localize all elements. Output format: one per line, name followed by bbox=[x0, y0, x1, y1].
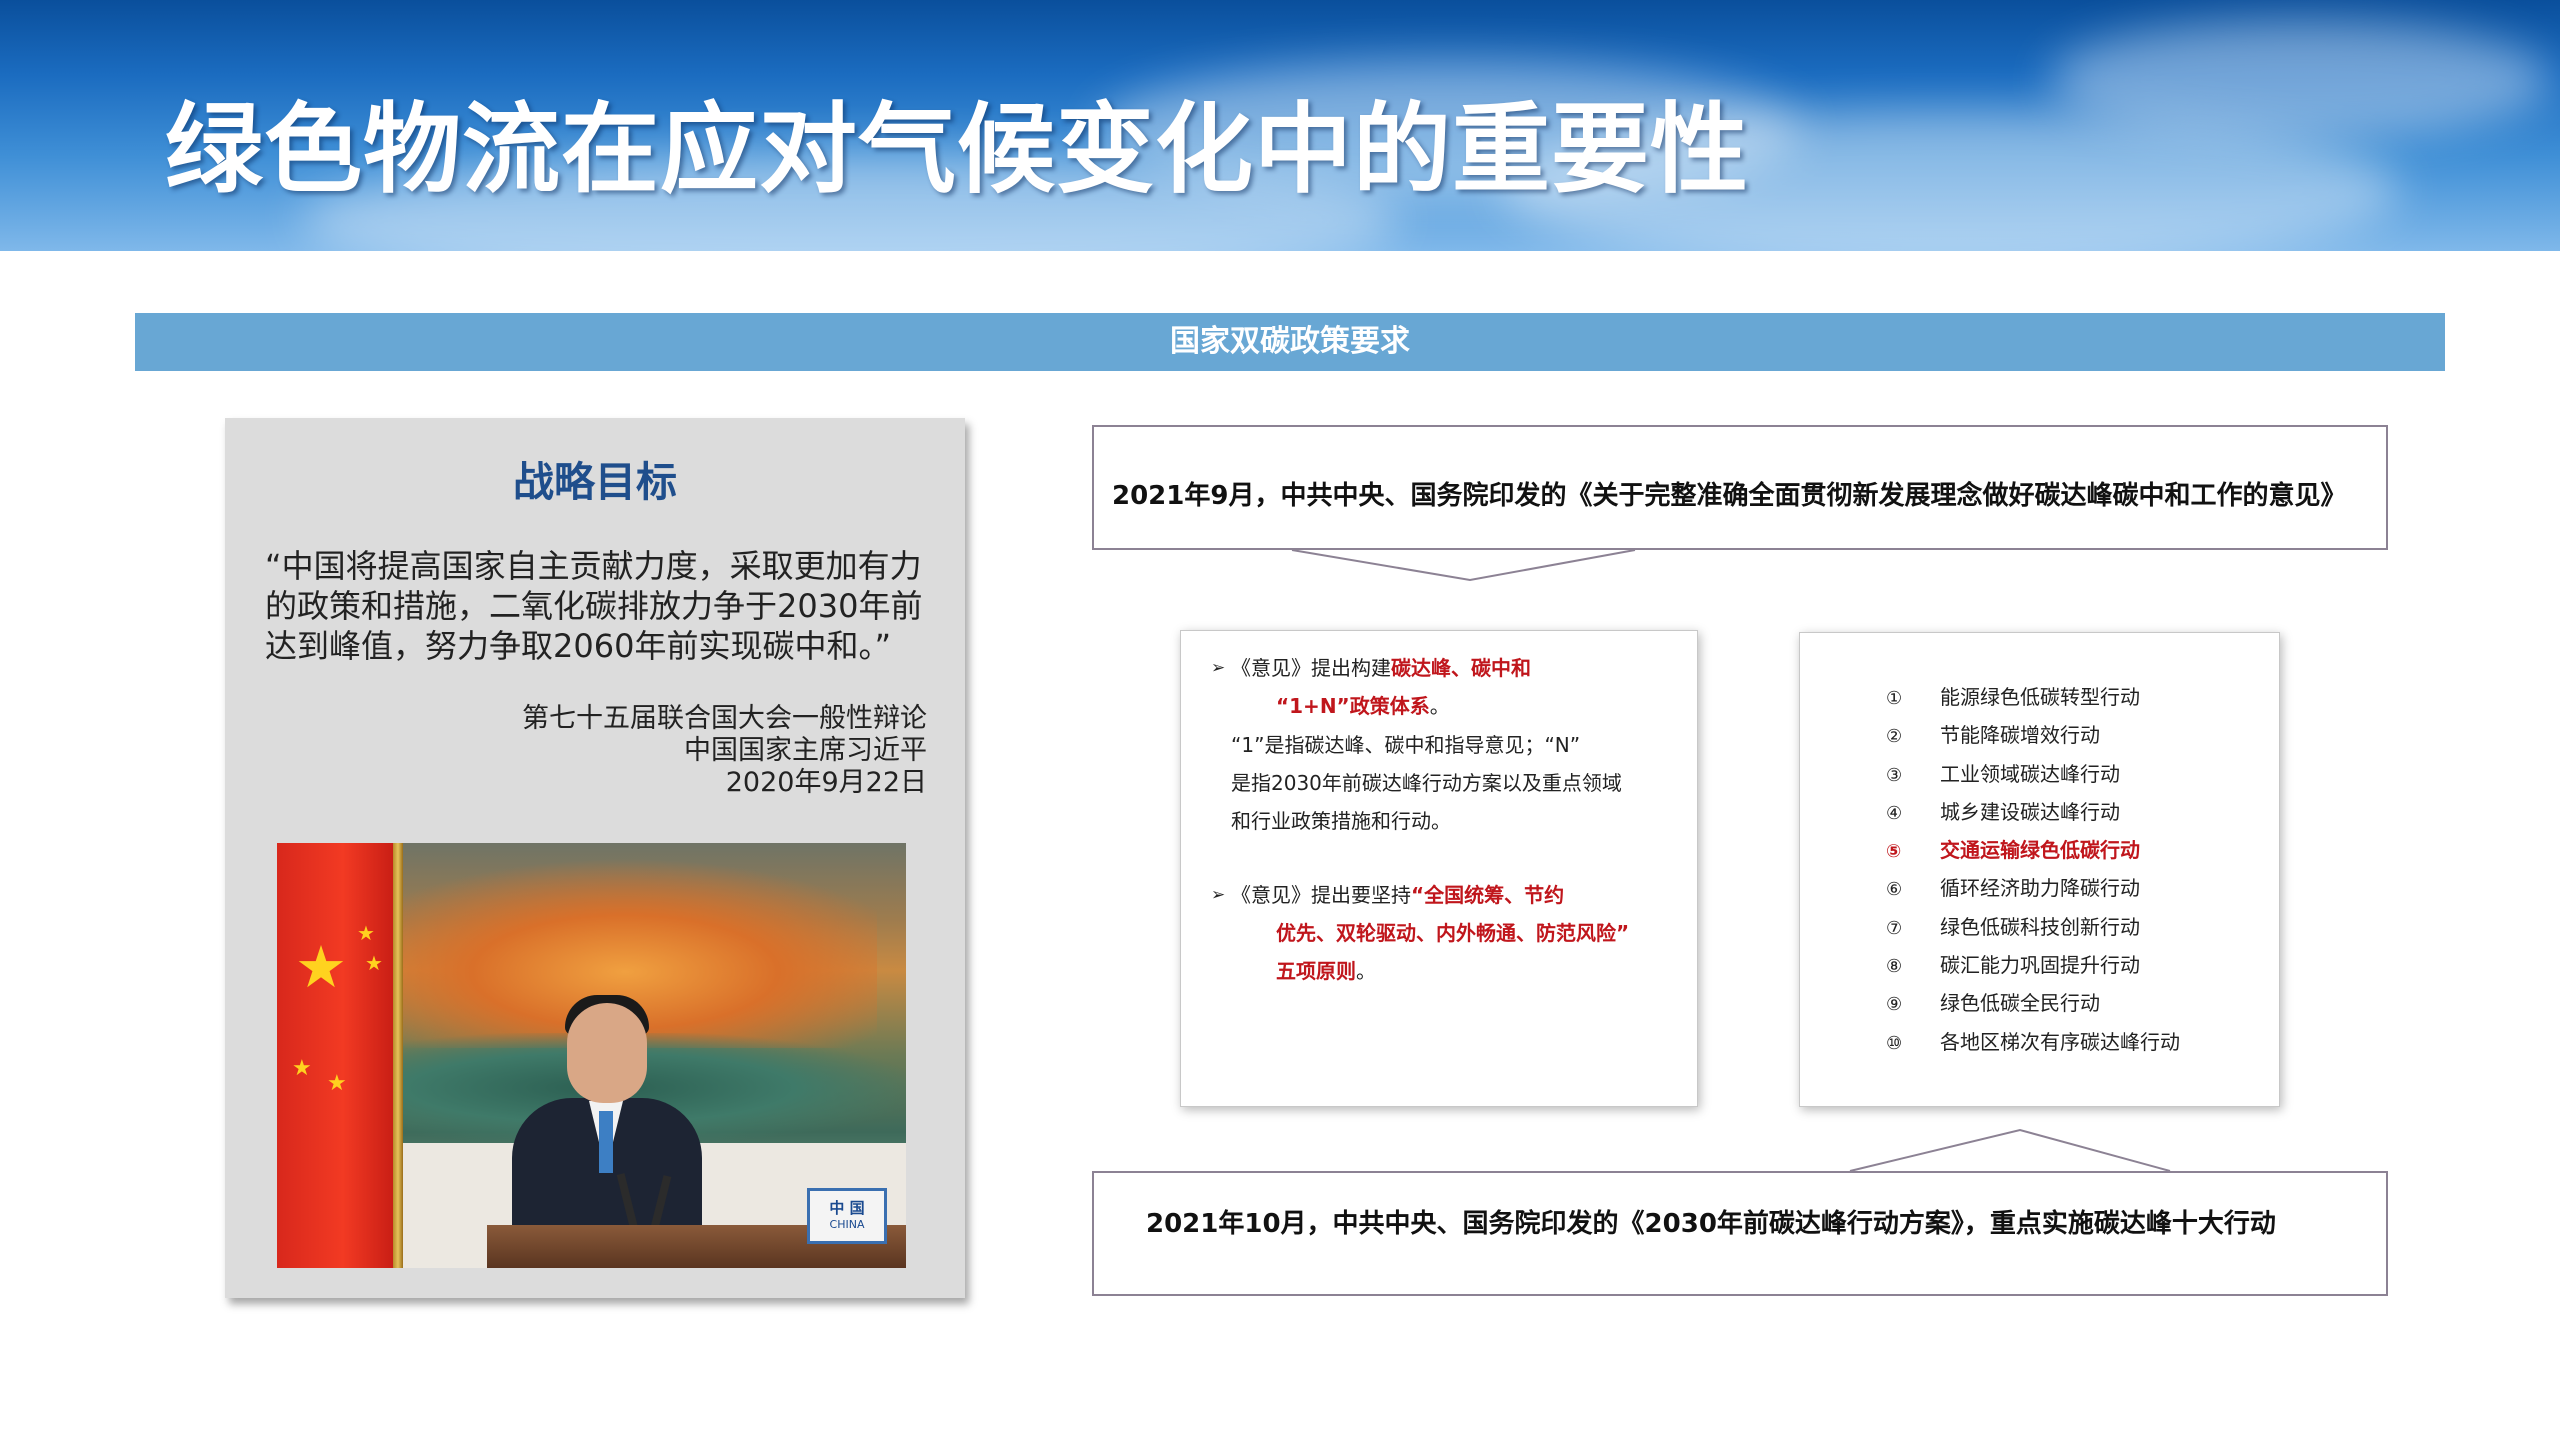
flag-star-icon: ★ bbox=[292, 1056, 312, 1081]
list-item: ④ 城乡建设碳达峰行动 bbox=[1886, 793, 2180, 831]
page-title: 绿色物流在应对气候变化中的重要性 bbox=[165, 93, 1750, 207]
list-number: ⑩ bbox=[1886, 1032, 1903, 1054]
list-number: ⑦ bbox=[1886, 917, 1903, 939]
list-item: ⑧ 碳汇能力巩固提升行动 bbox=[1886, 946, 2180, 984]
top-callout-pointer bbox=[1291, 549, 1636, 582]
flag-star-icon: ★ bbox=[295, 933, 347, 1001]
speech-photo: ★ ★ ★ ★ ★ 中 国 CHINA bbox=[277, 843, 906, 1268]
arrow-bullet-icon: ➢ bbox=[1211, 885, 1226, 905]
strategy-quote: “中国将提高国家自主贡献力度，采取更加有力的政策和措施，二氧化碳排放力争于203… bbox=[265, 547, 923, 665]
flag-star-icon: ★ bbox=[327, 1071, 347, 1096]
opinion-point-1: ➢ 《意见》提出构建碳达峰、碳中和 “1+N”政策体系。 bbox=[1211, 649, 1651, 725]
policy-opinion-box: 2021年9月，中共中央、国务院印发的《关于完整准确全面贯彻新发展理念做好碳达峰… bbox=[1092, 425, 2388, 550]
list-item: ⑨ 绿色低碳全民行动 bbox=[1886, 984, 2180, 1022]
action-plan-text: 2021年10月，中共中央、国务院印发的《2030年前碳达峰行动方案》，重点实施… bbox=[1146, 1209, 2276, 1239]
list-number: ⑤ bbox=[1886, 841, 1902, 863]
list-item: ② 节能降碳增效行动 bbox=[1886, 716, 2180, 754]
strategy-title: 战略目标 bbox=[513, 458, 677, 506]
list-item: ⑩ 各地区梯次有序碳达峰行动 bbox=[1886, 1023, 2180, 1061]
name-placard: 中 国 CHINA bbox=[807, 1188, 887, 1244]
attribution-speaker: 中国国家主席习近平 bbox=[684, 735, 927, 766]
placard-en: CHINA bbox=[829, 1218, 865, 1231]
placard-cn: 中 国 bbox=[829, 1199, 865, 1217]
section-header: 国家双碳政策要求 bbox=[135, 313, 2445, 371]
list-item-highlighted: ⑤ 交通运输绿色低碳行动 bbox=[1886, 831, 2180, 869]
opinion-point-explanation: “1”是指碳达峰、碳中和指导意见；“N” 是指2030年前碳达峰行动方案以及重点… bbox=[1231, 733, 1622, 833]
policy-opinion-text: 2021年9月，中共中央、国务院印发的《关于完整准确全面贯彻新发展理念做好碳达峰… bbox=[1112, 481, 2347, 511]
list-item: ⑥ 循环经济助力降碳行动 bbox=[1886, 869, 2180, 907]
attribution-date: 2020年9月22日 bbox=[725, 767, 927, 798]
list-number: ⑧ bbox=[1886, 956, 1903, 978]
list-item: ⑦ 绿色低碳科技创新行动 bbox=[1886, 908, 2180, 946]
arrow-bullet-icon: ➢ bbox=[1211, 658, 1226, 678]
list-item: ③ 工业领域碳达峰行动 bbox=[1886, 755, 2180, 793]
list-number: ① bbox=[1886, 688, 1903, 709]
flag-image: ★ ★ ★ ★ ★ bbox=[277, 843, 397, 1268]
list-number: ④ bbox=[1886, 802, 1903, 824]
bottom-callout-pointer bbox=[1849, 1128, 2171, 1172]
opinion-point-2: ➢ 《意见》提出要坚持“全国统筹、节约 优先、双轮驱动、内外畅通、防范风险” 五… bbox=[1211, 876, 1651, 990]
flag-star-icon: ★ bbox=[365, 951, 383, 975]
slide: 绿色物流在应对气候变化中的重要性 国家双碳政策要求 战略目标 “中国将提高国家自… bbox=[0, 0, 2560, 1440]
header-banner: 绿色物流在应对气候变化中的重要性 bbox=[0, 0, 2560, 251]
list-item: ① 能源绿色低碳转型行动 bbox=[1886, 678, 2180, 716]
list-number: ② bbox=[1886, 726, 1903, 748]
person-tie bbox=[599, 1111, 613, 1173]
opinion-points-card: ➢ 《意见》提出构建碳达峰、碳中和 “1+N”政策体系。 “1”是指碳达峰、碳中… bbox=[1180, 630, 1698, 1107]
quote-attribution: 第七十五届联合国大会一般性辩论 中国国家主席习近平 2020年9月22日 bbox=[522, 703, 927, 799]
list-number: ③ bbox=[1886, 764, 1903, 786]
list-number: ⑥ bbox=[1886, 879, 1903, 901]
action-plan-box: 2021年10月，中共中央、国务院印发的《2030年前碳达峰行动方案》，重点实施… bbox=[1092, 1171, 2388, 1296]
action-list: ① 能源绿色低碳转型行动 ② 节能降碳增效行动 ③ 工业领域碳达峰行动 ④ 城乡建设碳达… bbox=[1886, 678, 2180, 1061]
list-number: ⑨ bbox=[1886, 994, 1903, 1016]
attribution-event: 第七十五届联合国大会一般性辩论 bbox=[522, 703, 927, 734]
flag-star-icon: ★ bbox=[357, 921, 375, 945]
ten-actions-card: ① 能源绿色低碳转型行动 ② 节能降碳增效行动 ③ 工业领域碳达峰行动 ④ 城乡建设碳达… bbox=[1799, 632, 2280, 1107]
person-head bbox=[567, 1003, 647, 1103]
flag-pole bbox=[393, 843, 403, 1268]
